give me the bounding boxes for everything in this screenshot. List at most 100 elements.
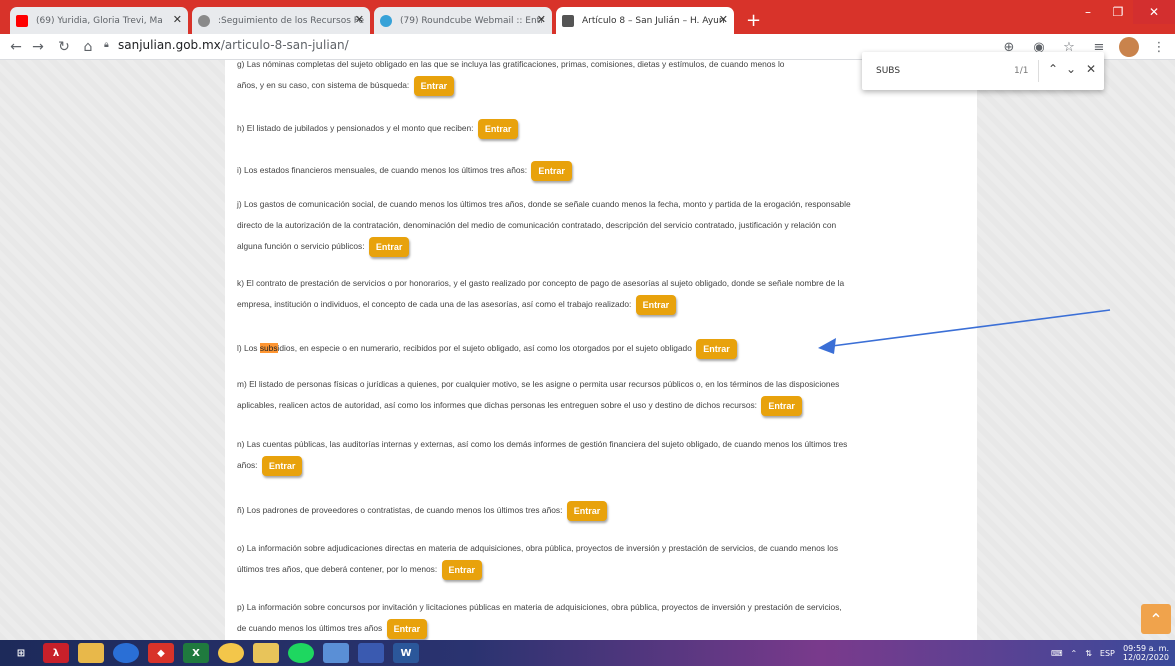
close-icon[interactable]: ✕ [1086,62,1096,76]
entrar-button-g[interactable]: Entrar [413,75,455,96]
tab-seguimiento[interactable]: :Seguimiento de los Recursos Fe ✕ [192,7,370,34]
language-indicator[interactable]: ESP [1100,649,1115,658]
file-explorer-icon[interactable] [78,643,104,663]
item-p: p) La información sobre concursos por in… [237,597,967,639]
tab-youtube[interactable]: (69) Yuridia, Gloria Trevi, Ma ✕ [10,7,188,34]
home-icon[interactable]: ⌂ [78,37,98,57]
system-tray: ⌨ ⌃ ⇅ ESP 09:59 a. m. 12/02/2020 [1051,644,1169,662]
spotify-icon[interactable] [288,643,314,663]
tab-list: (69) Yuridia, Gloria Trevi, Ma ✕ :Seguim… [10,7,761,34]
chevron-down-icon[interactable]: ⌄ [1066,62,1076,76]
item-j-text-1: j) Los gastos de comunicación social, de… [237,199,851,209]
entrar-button-j[interactable]: Entrar [368,236,410,257]
item-m: m) El listado de personas físicas o jurí… [237,374,967,416]
web-page: g) Las nóminas completas del sujeto obli… [0,60,1175,640]
taskbar-apps: ⊞ λ ◆ X W [8,643,419,663]
new-tab-button[interactable]: + [746,7,761,34]
browser-tab-strip: (69) Yuridia, Gloria Trevi, Ma ✕ :Seguim… [0,0,1175,34]
entrar-button-l[interactable]: Entrar [696,338,737,359]
item-p-text-1: p) La información sobre concursos por in… [237,602,842,612]
menu-kebab-icon[interactable]: ⋮ [1149,37,1169,57]
chrome-icon[interactable] [218,643,244,663]
entrar-button-h[interactable]: Entrar [477,118,519,139]
item-i-text: i) Los estados financieros mensuales, de… [237,165,528,175]
back-to-top-button[interactable]: ⌃ [1141,604,1171,634]
entrar-button-n[interactable]: Entrar [261,455,303,476]
item-p-text-2: de cuando menos los últimos tres años [237,623,383,633]
word-icon[interactable]: W [393,643,419,663]
entrar-button-o[interactable]: Entrar [441,559,483,580]
chevron-up-icon: ⌃ [1149,609,1163,629]
reload-icon[interactable]: ↻ [54,37,74,57]
anydesk-icon[interactable]: ◆ [148,643,174,663]
entrar-button-i[interactable]: Entrar [531,160,572,181]
edge-icon[interactable] [113,643,139,663]
item-m-text-1: m) El listado de personas físicas o jurí… [237,379,840,389]
item-nn-text: ñ) Los padrones de proveedores o contrat… [237,505,563,515]
excel-icon[interactable]: X [183,643,209,663]
item-m-text-2: aplicables, realicen actos de autoridad,… [237,400,758,410]
folder-icon[interactable] [253,643,279,663]
item-n: n) Las cuentas públicas, las auditorías … [237,434,967,476]
close-tab-icon[interactable]: ✕ [537,13,546,26]
entrar-button-k[interactable]: Entrar [635,294,677,315]
item-h: h) El listado de jubilados y pensionados… [237,118,967,139]
tab-label: Artículo 8 – San Julián – H. Ayun [582,15,725,26]
tab-roundcube[interactable]: (79) Roundcube Webmail :: Entr ✕ [374,7,552,34]
youtube-icon [16,15,28,27]
site-icon [562,15,574,27]
item-l: l) Los subsidios, en especie o en numera… [237,338,967,359]
windows-start-icon[interactable]: ⊞ [8,643,34,663]
find-input[interactable]: SUBS [876,66,900,76]
item-k-text-1: k) El contrato de prestación de servicio… [237,278,845,288]
address-bar[interactable]: sanjulian.gob.mx/articulo-8-san-julian/ [118,38,349,52]
find-divider [1038,60,1039,82]
article-content: g) Las nóminas completas del sujeto obli… [225,60,977,640]
tray-chevron-icon[interactable]: ⌃ [1071,649,1078,658]
keyboard-icon[interactable]: ⌨ [1051,649,1063,658]
close-tab-icon[interactable]: ✕ [355,13,364,26]
item-nn: ñ) Los padrones de proveedores o contrat… [237,500,967,521]
avatar[interactable] [1119,37,1139,57]
clock[interactable]: 09:59 a. m. 12/02/2020 [1123,644,1169,662]
acrobat-icon[interactable]: λ [43,643,69,663]
flag-app-icon[interactable] [358,643,384,663]
item-g-text-2: años, y en su caso, con sistema de búsqu… [237,80,410,90]
entrar-button-m[interactable]: Entrar [761,395,802,416]
forward-icon[interactable]: → [28,37,48,57]
close-tab-icon[interactable]: ✕ [173,13,182,26]
item-h-text: h) El listado de jubilados y pensionados… [237,123,474,133]
tab-label: (69) Yuridia, Gloria Trevi, Ma [36,15,163,26]
tab-label: (79) Roundcube Webmail :: Entr [400,15,544,26]
item-l-text-pre: l) Los [237,343,260,353]
close-window-icon[interactable]: ✕ [1133,0,1175,24]
minimize-icon[interactable]: – [1073,0,1103,24]
lock-icon[interactable]: 🔒︎ [104,40,112,50]
url-host: sanjulian.gob.mx [118,38,221,52]
chevron-up-icon[interactable]: ⌃ [1048,62,1058,76]
entrar-button-nn[interactable]: Entrar [566,500,608,521]
image-viewer-icon[interactable] [323,643,349,663]
roundcube-icon [380,15,392,27]
item-k: k) El contrato de prestación de servicio… [237,273,967,315]
tab-label: :Seguimiento de los Recursos Fe [218,15,364,26]
windows-taskbar: ⊞ λ ◆ X W ⌨ ⌃ ⇅ ESP 09:59 a. m. 12/02/20… [0,640,1175,666]
maximize-icon[interactable]: ❐ [1103,0,1133,24]
clock-date: 12/02/2020 [1122,653,1169,662]
back-icon[interactable]: ← [6,37,26,57]
tab-articulo-8[interactable]: Artículo 8 – San Julián – H. Ayun ✕ [556,7,734,34]
item-o: o) La información sobre adjudicaciones d… [237,538,967,580]
item-n-text-2: años: [237,460,258,470]
window-controls: – ❐ ✕ [1073,0,1175,24]
item-o-text-2: últimos tres años, que deberá contener, … [237,564,438,574]
find-match-count: 1/1 [1014,66,1029,76]
item-n-text-1: n) Las cuentas públicas, las auditorías … [237,439,848,449]
url-path: /articulo-8-san-julian/ [220,38,349,52]
network-icon[interactable]: ⇅ [1085,649,1092,658]
item-l-text-post: idios, en especie o en numerario, recibi… [277,343,692,353]
item-i: i) Los estados financieros mensuales, de… [237,160,967,181]
close-tab-icon[interactable]: ✕ [719,13,728,26]
item-o-text-1: o) La información sobre adjudicaciones d… [237,543,839,553]
entrar-button-p[interactable]: Entrar [386,618,428,639]
item-j-text-2: directo de la autorización de la contrat… [237,220,837,230]
